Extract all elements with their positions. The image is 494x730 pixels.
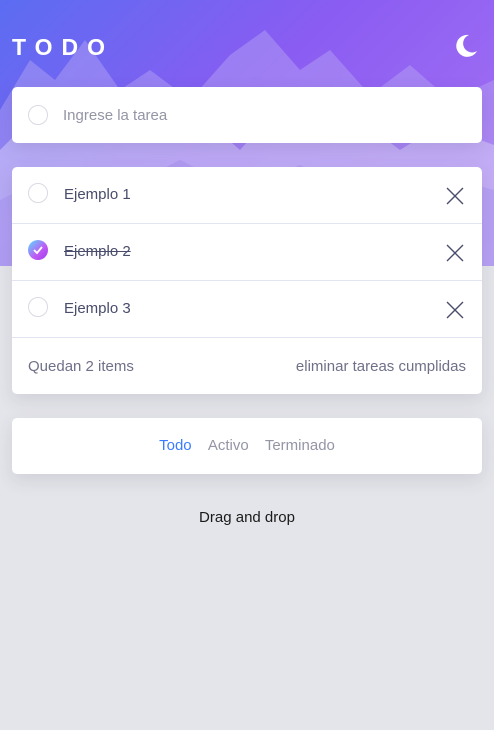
todo-item[interactable]: Ejemplo 1 <box>12 167 482 224</box>
list-footer: Quedan 2 items eliminar tareas cumplidas <box>12 338 482 394</box>
todo-check-circle[interactable] <box>28 297 48 317</box>
todo-item[interactable]: Ejemplo 2 <box>12 224 482 281</box>
checkmark-icon <box>33 246 43 255</box>
todo-check-circle-checked[interactable] <box>28 240 48 260</box>
filter-active[interactable]: Activo <box>208 437 249 454</box>
drag-drop-hint: Drag and drop <box>199 509 295 526</box>
new-todo-check-circle[interactable] <box>28 105 48 125</box>
items-left-count: Quedan 2 items <box>28 358 134 375</box>
app-title: TODO <box>12 34 115 60</box>
new-todo-card <box>12 87 482 143</box>
todo-label: Ejemplo 1 <box>64 186 131 203</box>
filter-bar: Todo Activo Terminado <box>12 437 482 454</box>
todo-label: Ejemplo 3 <box>64 300 131 317</box>
clear-completed-button[interactable]: eliminar tareas cumplidas <box>296 358 466 375</box>
todo-label: Ejemplo 2 <box>64 243 131 260</box>
filter-all[interactable]: Todo <box>159 437 192 454</box>
theme-toggle-button[interactable] <box>452 32 480 60</box>
delete-icon[interactable] <box>444 185 466 207</box>
filter-card: Todo Activo Terminado <box>12 418 482 474</box>
new-todo-input[interactable] <box>63 104 463 126</box>
delete-icon[interactable] <box>444 242 466 264</box>
todo-item[interactable]: Ejemplo 3 <box>12 281 482 338</box>
delete-icon[interactable] <box>444 299 466 321</box>
todo-list: Ejemplo 1 Ejemplo 2 Ejemplo 3 Quedan 2 i… <box>12 167 482 394</box>
moon-icon <box>456 34 477 57</box>
todo-check-circle[interactable] <box>28 183 48 203</box>
filter-completed[interactable]: Terminado <box>265 437 335 454</box>
